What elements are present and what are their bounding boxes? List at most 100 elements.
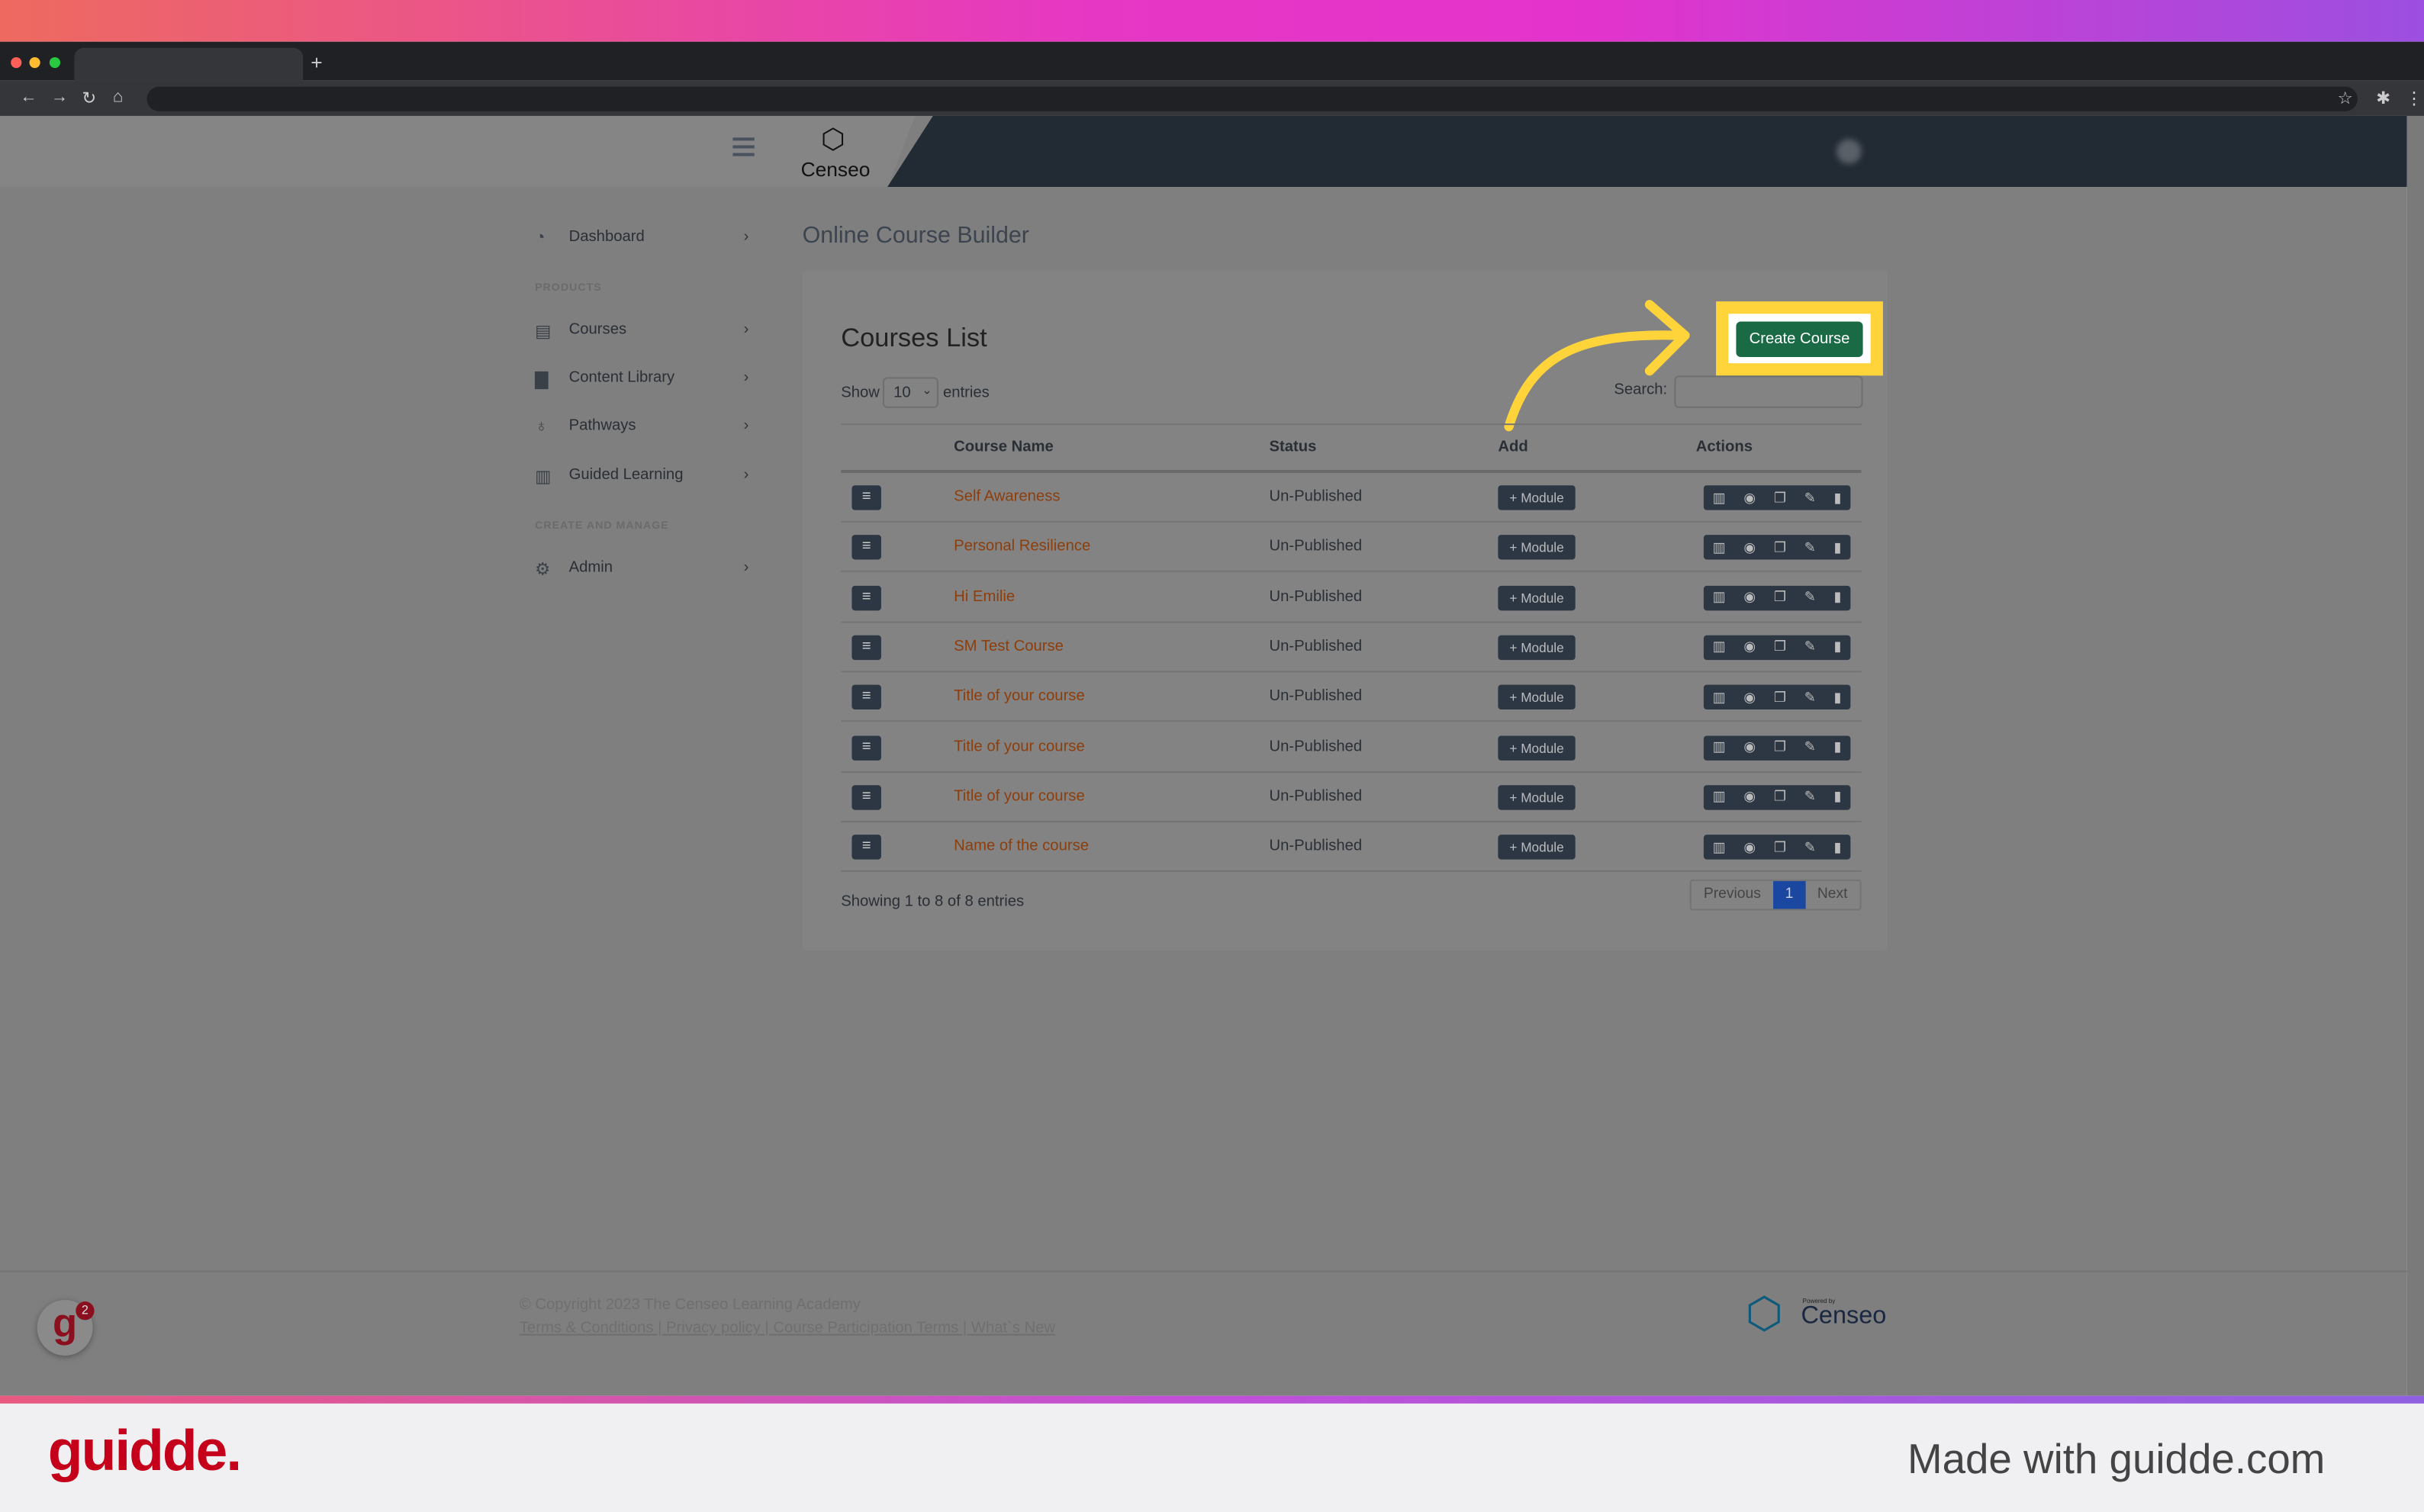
sidebar-item-pathways[interactable]: Pathways xyxy=(569,417,636,434)
column-header-status[interactable]: Status xyxy=(1270,439,1317,455)
edit-icon[interactable]: ✎ xyxy=(1804,689,1816,706)
course-name-link[interactable]: Title of your course xyxy=(954,688,1085,705)
next-button[interactable]: Next xyxy=(1805,881,1860,909)
copy-icon[interactable]: ❐ xyxy=(1774,489,1786,506)
user-avatar[interactable] xyxy=(1837,139,1862,164)
course-name-link[interactable]: Hi Emilie xyxy=(954,588,1015,605)
sidebar-item-dashboard[interactable]: Dashboard xyxy=(569,229,645,246)
browser-menu-icon[interactable]: ⋮ xyxy=(2406,88,2422,108)
home-icon[interactable]: ⌂ xyxy=(113,88,123,106)
add-module-button[interactable]: + Module xyxy=(1498,835,1576,860)
search-input[interactable] xyxy=(1674,375,1863,408)
stats-icon[interactable]: ▥ xyxy=(1713,539,1726,556)
censeo-logo-icon[interactable]: ⬡ xyxy=(821,124,845,156)
previous-button[interactable]: Previous xyxy=(1692,881,1773,909)
add-module-button[interactable]: + Module xyxy=(1498,535,1576,561)
trash-icon[interactable]: ▮ xyxy=(1834,689,1842,706)
edit-icon[interactable]: ✎ xyxy=(1804,789,1816,806)
stats-icon[interactable]: ▥ xyxy=(1713,589,1726,606)
eye-icon[interactable]: ◉ xyxy=(1743,739,1756,756)
participation-terms-link[interactable]: Course Participation Terms xyxy=(773,1320,958,1337)
eye-icon[interactable]: ◉ xyxy=(1743,639,1756,656)
new-tab-button[interactable]: + xyxy=(311,51,322,74)
eye-icon[interactable]: ◉ xyxy=(1743,689,1756,706)
hamburger-menu-icon[interactable] xyxy=(732,137,755,156)
eye-icon[interactable]: ◉ xyxy=(1743,789,1756,806)
table-row: ≡ SM Test Course Un-Published + Module ▥… xyxy=(841,622,1862,673)
maximize-window-button[interactable] xyxy=(49,56,61,69)
eye-icon[interactable]: ◉ xyxy=(1743,539,1756,556)
trash-icon[interactable]: ▮ xyxy=(1834,639,1842,656)
course-name-link[interactable]: Title of your course xyxy=(954,738,1085,755)
edit-icon[interactable]: ✎ xyxy=(1804,639,1816,656)
course-name-link[interactable]: SM Test Course xyxy=(954,639,1064,655)
trash-icon[interactable]: ▮ xyxy=(1834,539,1842,556)
privacy-link[interactable]: Privacy policy xyxy=(666,1320,761,1337)
minimize-window-button[interactable] xyxy=(29,56,40,69)
trash-icon[interactable]: ▮ xyxy=(1834,589,1842,606)
sidebar-item-admin[interactable]: Admin xyxy=(569,559,613,576)
column-header-course-name[interactable]: Course Name xyxy=(954,439,1054,455)
stats-icon[interactable]: ▥ xyxy=(1713,739,1726,756)
stats-icon[interactable]: ▥ xyxy=(1713,789,1726,806)
trash-icon[interactable]: ▮ xyxy=(1834,838,1842,855)
sidebar-item-guided-learning[interactable]: Guided Learning xyxy=(569,467,684,484)
terms-link[interactable]: Terms & Conditions xyxy=(520,1320,654,1337)
scrollbar[interactable] xyxy=(2406,115,2424,1396)
drag-handle-icon[interactable]: ≡ xyxy=(851,684,881,710)
copy-icon[interactable]: ❐ xyxy=(1774,838,1786,855)
course-name-link[interactable]: Personal Resilience xyxy=(954,539,1090,555)
url-input[interactable] xyxy=(146,86,2358,111)
sidebar-item-courses[interactable]: Courses xyxy=(569,321,626,338)
copy-icon[interactable]: ❐ xyxy=(1774,539,1786,556)
create-course-button[interactable]: Create Course xyxy=(1736,321,1863,358)
stats-icon[interactable]: ▥ xyxy=(1713,489,1726,506)
stats-icon[interactable]: ▥ xyxy=(1713,639,1726,656)
close-window-button[interactable] xyxy=(11,56,22,69)
drag-handle-icon[interactable]: ≡ xyxy=(851,635,881,660)
course-name-link[interactable]: Title of your course xyxy=(954,788,1085,805)
drag-handle-icon[interactable]: ≡ xyxy=(851,535,881,561)
browser-tab[interactable] xyxy=(74,47,304,81)
drag-handle-icon[interactable]: ≡ xyxy=(851,784,881,810)
page-1-button[interactable]: 1 xyxy=(1773,880,1805,909)
copy-icon[interactable]: ❐ xyxy=(1774,639,1786,656)
copy-icon[interactable]: ❐ xyxy=(1774,789,1786,806)
reload-icon[interactable]: ↻ xyxy=(82,88,96,108)
copy-icon[interactable]: ❐ xyxy=(1774,739,1786,756)
forward-icon[interactable]: → xyxy=(51,88,68,106)
trash-icon[interactable]: ▮ xyxy=(1834,489,1842,506)
drag-handle-icon[interactable]: ≡ xyxy=(851,485,881,510)
add-module-button[interactable]: + Module xyxy=(1498,585,1576,610)
bookmark-star-icon[interactable]: ☆ xyxy=(2338,88,2353,108)
drag-handle-icon[interactable]: ≡ xyxy=(851,735,881,760)
eye-icon[interactable]: ◉ xyxy=(1743,489,1756,506)
drag-handle-icon[interactable]: ≡ xyxy=(851,585,881,610)
add-module-button[interactable]: + Module xyxy=(1498,784,1576,810)
entries-select[interactable]: 10 ⌄ xyxy=(882,377,938,408)
add-module-button[interactable]: + Module xyxy=(1498,485,1576,510)
sidebar-item-content-library[interactable]: Content Library xyxy=(569,369,675,386)
edit-icon[interactable]: ✎ xyxy=(1804,838,1816,855)
eye-icon[interactable]: ◉ xyxy=(1743,838,1756,855)
edit-icon[interactable]: ✎ xyxy=(1804,539,1816,556)
copy-icon[interactable]: ❐ xyxy=(1774,589,1786,606)
add-module-button[interactable]: + Module xyxy=(1498,635,1576,660)
stats-icon[interactable]: ▥ xyxy=(1713,689,1726,706)
copy-icon[interactable]: ❐ xyxy=(1774,689,1786,706)
edit-icon[interactable]: ✎ xyxy=(1804,489,1816,506)
back-icon[interactable]: ← xyxy=(20,88,37,106)
whats-new-link[interactable]: What`s New xyxy=(971,1320,1055,1337)
eye-icon[interactable]: ◉ xyxy=(1743,589,1756,606)
course-name-link[interactable]: Name of the course xyxy=(954,838,1089,854)
trash-icon[interactable]: ▮ xyxy=(1834,789,1842,806)
drag-handle-icon[interactable]: ≡ xyxy=(851,835,881,860)
edit-icon[interactable]: ✎ xyxy=(1804,589,1816,606)
stats-icon[interactable]: ▥ xyxy=(1713,838,1726,855)
edit-icon[interactable]: ✎ xyxy=(1804,739,1816,756)
add-module-button[interactable]: + Module xyxy=(1498,684,1576,710)
trash-icon[interactable]: ▮ xyxy=(1834,739,1842,756)
add-module-button[interactable]: + Module xyxy=(1498,735,1576,760)
course-name-link[interactable]: Self Awareness xyxy=(954,488,1060,505)
extensions-icon[interactable]: ✱ xyxy=(2376,88,2390,108)
